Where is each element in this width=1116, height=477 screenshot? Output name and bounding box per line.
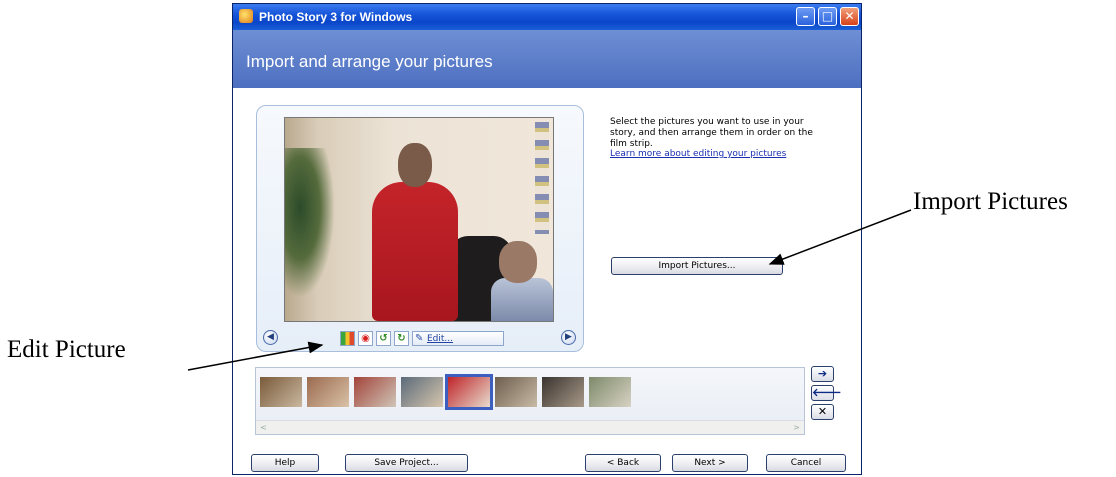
edit-picture-callout: Edit Picture <box>7 336 126 363</box>
previous-picture-button[interactable]: ◀ <box>263 330 278 345</box>
next-picture-button[interactable]: ▶ <box>561 330 576 345</box>
title-bar[interactable]: Photo Story 3 for Windows – □ ✕ <box>233 4 861 30</box>
film-strip-thumbnail[interactable] <box>445 374 493 410</box>
picture-preview-image <box>284 117 554 322</box>
minimize-icon: – <box>802 9 809 23</box>
edit-button[interactable]: ✎ Edit... <box>412 331 504 346</box>
scroll-right-icon[interactable]: > <box>791 422 802 433</box>
move-picture-right-button[interactable]: ➔ <box>811 366 834 382</box>
window-title: Photo Story 3 for Windows <box>259 10 413 24</box>
edit-pencil-icon: ✎ <box>415 333 424 344</box>
instructions-text: Select the pictures you want to use in y… <box>610 117 813 149</box>
import-pictures-callout: Import Pictures <box>913 188 1068 215</box>
film-strip-scrollbar[interactable]: < > <box>256 420 804 434</box>
chevron-left-icon: ◀ <box>267 332 274 342</box>
next-button[interactable]: Next > <box>672 454 748 472</box>
film-strip-thumbnail[interactable] <box>260 377 302 407</box>
minimize-button[interactable]: – <box>796 7 815 26</box>
film-strip-thumbnail[interactable] <box>495 377 537 407</box>
film-strip-thumbnail[interactable] <box>401 377 443 407</box>
remove-picture-button[interactable]: ✕ <box>811 404 834 420</box>
film-strip-thumbnail[interactable] <box>589 377 631 407</box>
cancel-button[interactable]: Cancel <box>766 454 846 472</box>
maximize-icon: □ <box>821 9 834 23</box>
photo-story-window: Photo Story 3 for Windows – □ ✕ Import a… <box>232 3 862 475</box>
edit-button-label: Edit... <box>427 334 454 344</box>
learn-more-link[interactable]: Learn more about editing your pictures <box>610 149 786 159</box>
rotate-left-icon[interactable]: ↺ <box>376 331 391 346</box>
auto-levels-icon[interactable] <box>340 331 355 346</box>
help-button[interactable]: Help <box>251 454 319 472</box>
film-strip-thumbnail[interactable] <box>354 377 396 407</box>
app-icon <box>239 9 253 23</box>
maximize-button[interactable]: □ <box>818 7 837 26</box>
page-header: Import and arrange your pictures <box>233 30 861 88</box>
page-title: Import and arrange your pictures <box>246 52 493 71</box>
chevron-right-icon: ▶ <box>565 332 572 342</box>
scroll-left-icon[interactable]: < <box>258 422 269 433</box>
film-strip-thumbnail[interactable] <box>542 377 584 407</box>
film-strip: < > <box>255 367 805 435</box>
save-project-button[interactable]: Save Project... <box>345 454 468 472</box>
rotate-right-icon[interactable]: ↻ <box>394 331 409 346</box>
back-button[interactable]: < Back <box>585 454 661 472</box>
close-button[interactable]: ✕ <box>840 7 859 26</box>
film-strip-thumbnail[interactable] <box>307 377 349 407</box>
close-icon: ✕ <box>844 9 855 23</box>
red-eye-icon[interactable]: ◉ <box>358 331 373 346</box>
move-picture-left-button[interactable]: 🡐 <box>811 385 842 401</box>
import-pictures-button[interactable]: Import Pictures... <box>611 257 783 275</box>
edit-picture-toolbar: ◉ ↺ ↻ ✎ Edit... <box>340 331 518 347</box>
